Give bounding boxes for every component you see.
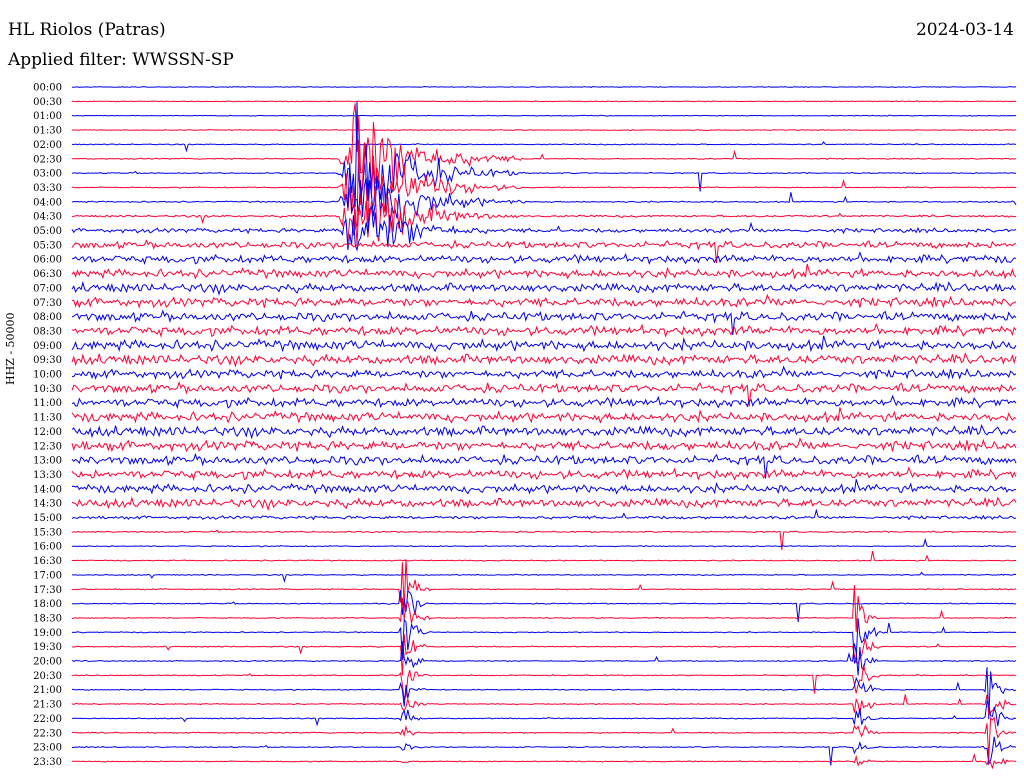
y-tick-label: 19:00 bbox=[33, 628, 62, 639]
y-tick-label: 11:30 bbox=[33, 413, 62, 424]
y-tick-label: 03:00 bbox=[33, 169, 62, 180]
y-tick-label: 22:30 bbox=[33, 728, 62, 739]
y-tick-label: 02:00 bbox=[33, 140, 62, 151]
seismic-trace-1700 bbox=[71, 571, 1017, 584]
seismic-trace-0000 bbox=[71, 85, 1017, 88]
seismic-trace-0700 bbox=[71, 280, 1017, 296]
y-tick-label: 09:30 bbox=[33, 355, 62, 366]
seismic-trace-0100 bbox=[71, 114, 1017, 117]
seismogram-plot: 00:00 00:30 01:00 01:30 02:00 02:30 03:00 03:30… bbox=[33, 83, 1017, 770]
y-tick-label: 06:00 bbox=[33, 255, 62, 266]
seismic-trace-1830 bbox=[71, 585, 1016, 632]
y-tick-label: 10:00 bbox=[33, 370, 62, 381]
y-tick-label: 19:30 bbox=[33, 642, 62, 653]
y-tick-label: 07:00 bbox=[33, 283, 62, 294]
y-tick-label: 13:30 bbox=[33, 470, 62, 481]
seismic-trace-0230 bbox=[71, 103, 1017, 199]
seismic-trace-0400 bbox=[71, 162, 1017, 228]
seismic-trace-0900 bbox=[71, 335, 1017, 353]
y-tick-label: 03:30 bbox=[33, 183, 62, 194]
seismic-trace-2130 bbox=[71, 694, 1017, 717]
y-tick-label: 08:00 bbox=[33, 312, 62, 323]
y-tick-label: 21:30 bbox=[33, 700, 62, 711]
seismic-trace-1530 bbox=[71, 529, 1017, 551]
y-tick-label: 18:00 bbox=[33, 599, 62, 610]
y-tick-label: 06:30 bbox=[33, 269, 62, 280]
y-tick-label: 05:30 bbox=[33, 240, 62, 251]
seismic-trace-0800 bbox=[71, 309, 1017, 335]
y-tick-label: 01:00 bbox=[33, 111, 62, 122]
seismic-trace-2030 bbox=[71, 664, 1017, 701]
seismic-trace-0030 bbox=[71, 100, 1017, 103]
y-tick-label: 20:00 bbox=[33, 657, 62, 668]
y-tick-label: 04:00 bbox=[33, 197, 62, 208]
seismic-trace-1500 bbox=[71, 508, 1017, 521]
seismic-trace-0630 bbox=[71, 263, 1017, 280]
y-tick-label: 22:00 bbox=[33, 714, 62, 725]
seismic-trace-0830 bbox=[71, 322, 1017, 338]
seismic-trace-2200 bbox=[71, 699, 1017, 727]
seismic-trace-1330 bbox=[71, 466, 1017, 481]
y-tick-label: 23:00 bbox=[33, 743, 62, 754]
y-tick-label: 02:30 bbox=[33, 154, 62, 165]
seismic-trace-1430 bbox=[71, 496, 1017, 512]
seismic-trace-1630 bbox=[71, 550, 1016, 562]
seismic-trace-2230 bbox=[71, 716, 1017, 760]
y-tick-label: 16:00 bbox=[33, 542, 62, 553]
seismic-trace-1900 bbox=[71, 618, 1017, 664]
y-tick-label: 12:30 bbox=[33, 441, 62, 452]
y-tick-label: 14:30 bbox=[33, 499, 62, 510]
seismic-trace-0430 bbox=[71, 185, 1017, 246]
seismic-trace-0600 bbox=[71, 251, 1017, 265]
y-tick-label: 15:30 bbox=[33, 527, 62, 538]
y-tick-label: 10:30 bbox=[33, 384, 62, 395]
y-tick-label: 05:00 bbox=[33, 226, 62, 237]
seismic-trace-1400 bbox=[71, 479, 1017, 495]
y-tick-label: 04:30 bbox=[33, 212, 62, 223]
seismic-trace-0730 bbox=[71, 293, 1017, 309]
seismic-trace-0200 bbox=[71, 141, 1017, 153]
seismic-trace-1230 bbox=[71, 437, 1017, 453]
y-tick-label: 08:30 bbox=[33, 326, 62, 337]
y-tick-label: 21:00 bbox=[33, 685, 62, 696]
seismic-trace-1600 bbox=[71, 537, 1017, 548]
seismic-trace-1130 bbox=[71, 407, 1017, 424]
y-tick-label: 00:30 bbox=[33, 97, 62, 108]
seismic-trace-1000 bbox=[71, 365, 1017, 381]
y-tick-label: 17:30 bbox=[33, 585, 62, 596]
y-tick-label: 01:30 bbox=[33, 126, 62, 137]
seismic-trace-1100 bbox=[71, 394, 1017, 410]
seismic-trace-1930 bbox=[71, 634, 1017, 676]
y-tick-label: 15:00 bbox=[33, 513, 62, 524]
y-tick-label: 14:00 bbox=[33, 484, 62, 495]
y-tick-label: 17:00 bbox=[33, 570, 62, 581]
y-tick-label: 20:30 bbox=[33, 671, 62, 682]
seismic-trace-2330 bbox=[71, 752, 1016, 770]
seismic-trace-0130 bbox=[71, 129, 1017, 132]
y-tick-label: 07:30 bbox=[33, 298, 62, 309]
y-tick-label: 13:00 bbox=[33, 456, 62, 467]
y-tick-label: 16:30 bbox=[33, 556, 62, 567]
y-tick-label: 18:30 bbox=[33, 613, 62, 624]
y-tick-label: 00:00 bbox=[33, 83, 62, 94]
y-tick-label: 23:30 bbox=[33, 757, 62, 768]
y-tick-label: 12:00 bbox=[33, 427, 62, 438]
y-tick-label: 11:00 bbox=[33, 398, 62, 409]
seismic-trace-0930 bbox=[71, 352, 1017, 368]
seismic-trace-1200 bbox=[71, 423, 1017, 440]
seismic-trace-0300 bbox=[71, 101, 1017, 208]
y-tick-label: 09:00 bbox=[33, 341, 62, 352]
